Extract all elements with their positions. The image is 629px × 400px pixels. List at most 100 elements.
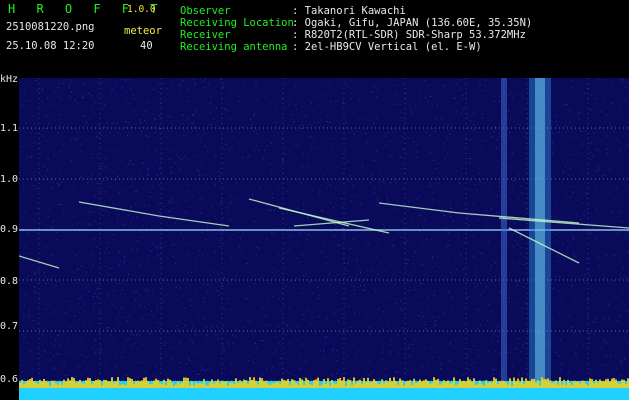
level-bar [407, 380, 409, 388]
level-bar [265, 380, 267, 388]
level-bar [409, 380, 411, 388]
level-bar [297, 384, 299, 388]
level-bar [481, 384, 483, 388]
level-bar [261, 378, 263, 388]
level-bar [511, 385, 513, 388]
level-bar [537, 380, 539, 388]
level-bar [579, 383, 581, 388]
level-bar [241, 382, 243, 388]
level-bar [449, 383, 451, 388]
level-bar [31, 377, 33, 388]
level-bar [547, 378, 549, 388]
level-bar [357, 380, 359, 388]
level-bar [571, 384, 573, 388]
level-bar [483, 385, 485, 388]
level-bar [423, 380, 425, 388]
level-bar [205, 385, 207, 388]
level-bar [245, 380, 247, 388]
level-bar [575, 381, 577, 388]
level-bar [467, 377, 469, 388]
level-bar [221, 380, 223, 388]
level-bar [299, 377, 301, 388]
level-bar [33, 381, 35, 388]
level-bar [437, 378, 439, 388]
level-bar [595, 379, 597, 388]
level-bar [45, 380, 47, 388]
level-bar [611, 378, 613, 388]
level-bar [435, 379, 437, 388]
level-bar [123, 384, 125, 388]
level-bar [391, 381, 393, 388]
level-bar [119, 385, 121, 388]
level-bar [427, 380, 429, 388]
level-bar [429, 383, 431, 388]
level-bar [559, 377, 561, 388]
level-bar [233, 383, 235, 388]
level-bar [311, 384, 313, 388]
level-bar [275, 382, 277, 388]
level-bar [199, 383, 201, 388]
level-bar [61, 384, 63, 388]
level-bar [439, 384, 441, 388]
level-bar [49, 385, 51, 388]
level-bar [101, 385, 103, 388]
level-bar [487, 383, 489, 388]
level-bar [609, 381, 611, 388]
level-bar [319, 385, 321, 388]
level-bar [463, 380, 465, 388]
y-tick-label: 0.9 [0, 224, 19, 235]
level-bar [153, 380, 155, 388]
level-bar [491, 382, 493, 388]
level-bar [561, 384, 563, 388]
level-bar [347, 379, 349, 388]
level-bar [171, 382, 173, 388]
level-bar [229, 382, 231, 388]
level-bar [309, 384, 311, 388]
level-bar [387, 382, 389, 388]
level-bar [93, 380, 95, 388]
level-bar [129, 378, 131, 388]
level-bar [281, 378, 283, 388]
level-bar [203, 379, 205, 388]
level-bar [325, 383, 327, 388]
level-bar [87, 377, 89, 388]
level-bar [77, 381, 79, 388]
level-bar [35, 382, 37, 388]
level-bar [55, 383, 57, 388]
level-bar [455, 385, 457, 388]
level-bar [201, 383, 203, 388]
level-bar [353, 377, 355, 388]
level-bar [329, 385, 331, 388]
level-bar [565, 385, 567, 388]
level-bar [395, 381, 397, 388]
level-bar [509, 378, 511, 388]
level-bar [405, 382, 407, 388]
level-bar [163, 379, 165, 388]
level-bar [23, 384, 25, 388]
meteor-count: 40 [140, 40, 153, 52]
location-value: : Ogaki, Gifu, JAPAN (136.60E, 35.35N) [292, 17, 533, 29]
level-bar [517, 378, 519, 388]
level-bar [291, 379, 293, 388]
interference-band [535, 78, 545, 400]
level-bar [515, 381, 517, 388]
level-bar [327, 378, 329, 388]
level-bar [625, 383, 627, 388]
level-bar [465, 381, 467, 388]
level-bar [273, 383, 275, 388]
level-bar [247, 383, 249, 388]
antenna-value: : 2el-HB9CV Vertical (el. E-W) [292, 41, 482, 53]
level-bar [257, 384, 259, 388]
level-bar [185, 377, 187, 388]
level-bar [535, 382, 537, 388]
level-bar [237, 383, 239, 388]
level-bar [133, 383, 135, 388]
level-bar [135, 380, 137, 388]
level-bar [43, 378, 45, 388]
level-bar [303, 384, 305, 388]
level-bar [531, 378, 533, 388]
interference-band [501, 78, 507, 400]
y-tick-label: 1.1 [0, 123, 19, 134]
level-bar [253, 377, 255, 388]
level-bar [63, 379, 65, 388]
